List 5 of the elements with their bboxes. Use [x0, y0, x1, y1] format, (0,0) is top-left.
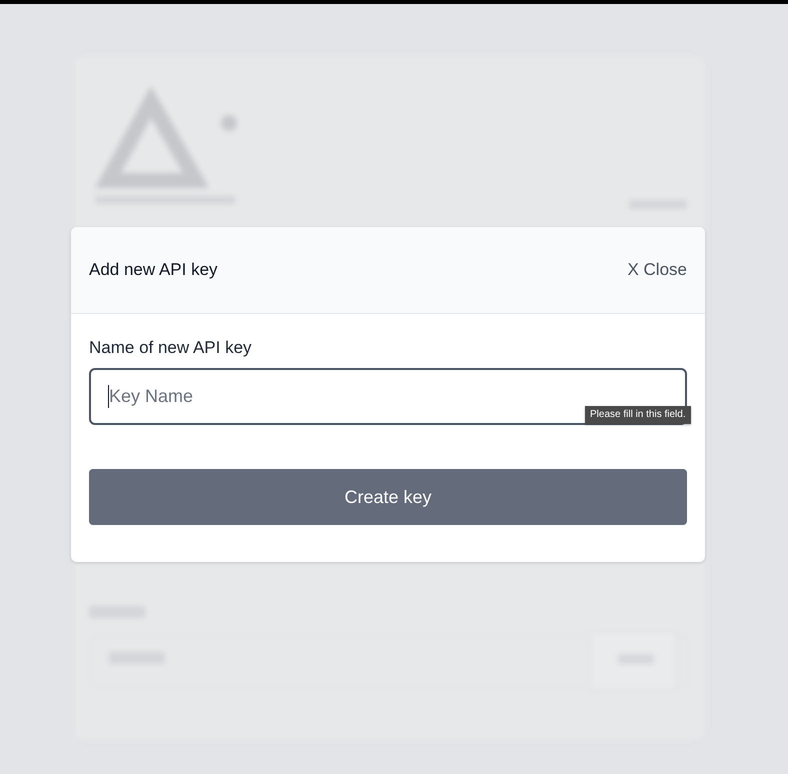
close-button[interactable]: X Close	[627, 257, 687, 283]
create-key-button[interactable]: Create key	[89, 469, 687, 525]
field-label: Name of new API key	[89, 338, 252, 358]
validation-tooltip: Please fill in this field.	[585, 406, 691, 424]
modal-title: Add new API key	[89, 259, 218, 282]
